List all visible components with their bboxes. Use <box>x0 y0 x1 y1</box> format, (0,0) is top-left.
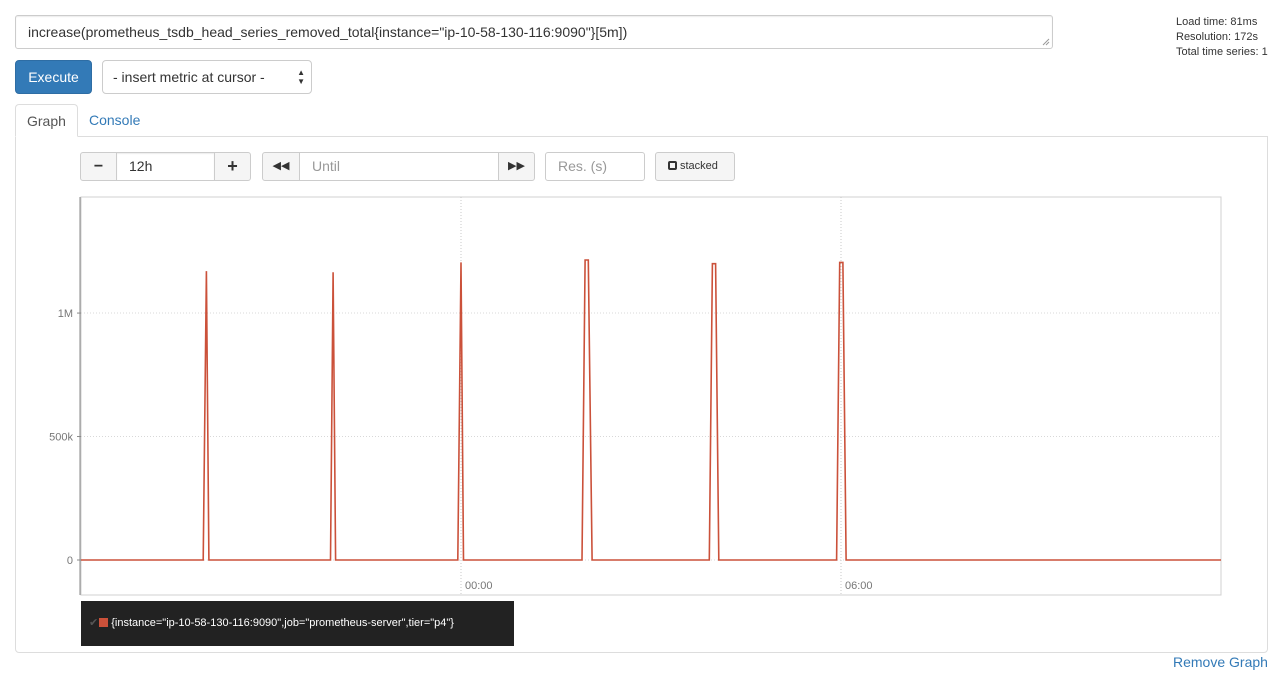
x-tick-label: 00:00 <box>465 580 493 592</box>
plot-area <box>80 196 1222 596</box>
legend-swatch <box>99 618 109 627</box>
series-toggle-check-icon[interactable]: ✔ <box>89 617 98 629</box>
graph-chart[interactable]: 0 500k 1M 00:00 06:00 <box>0 0 1268 678</box>
x-tick-label: 06:00 <box>845 580 873 592</box>
y-tick-label: 500k <box>49 432 73 444</box>
remove-graph-link[interactable]: Remove Graph <box>1173 654 1268 670</box>
legend-series-label: {instance="ip-10-58-130-116:9090",job="p… <box>111 617 454 629</box>
y-tick-label: 0 <box>67 555 73 567</box>
graph-legend: ✔ {instance="ip-10-58-130-116:9090",job="… <box>81 601 514 646</box>
series-line <box>81 259 1221 561</box>
tab-graph[interactable]: Graph <box>15 104 78 137</box>
y-tick-label: 1M <box>58 308 73 320</box>
